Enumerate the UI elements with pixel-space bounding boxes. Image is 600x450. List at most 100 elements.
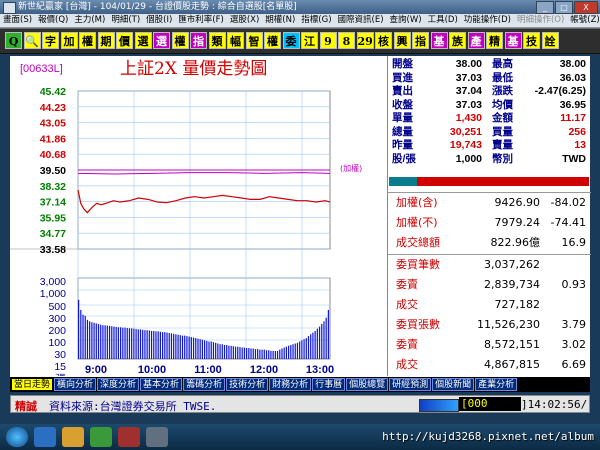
toolbar-button[interactable]: 8 bbox=[338, 32, 355, 49]
analysis-tab[interactable]: 研經預測 bbox=[389, 378, 432, 391]
analysis-tab[interactable]: 財務分析 bbox=[269, 378, 312, 391]
ie-icon[interactable] bbox=[34, 427, 56, 447]
toolbar-button[interactable]: 委 bbox=[282, 32, 300, 49]
volume-bar bbox=[164, 332, 166, 359]
toolbar-button[interactable]: 指 bbox=[190, 32, 207, 49]
volume-bar bbox=[168, 332, 170, 359]
toolbar-button[interactable]: 權 bbox=[79, 32, 96, 49]
order-label: 委賣 bbox=[396, 278, 418, 291]
menu-item[interactable]: 個股(I) bbox=[143, 14, 175, 27]
volume-bar bbox=[232, 346, 234, 359]
explorer-icon[interactable] bbox=[62, 427, 84, 447]
toolbar-button[interactable]: 基 bbox=[504, 32, 522, 49]
quote-value: 38.00 bbox=[559, 58, 586, 70]
window-taskbar-icon[interactable] bbox=[146, 427, 168, 447]
menu-item[interactable]: 帳號(Z) bbox=[567, 14, 600, 27]
toolbar-button[interactable]: 核 bbox=[375, 32, 392, 49]
analysis-tab[interactable]: 個股新聞 bbox=[432, 378, 475, 391]
toolbar-button[interactable]: 權 bbox=[264, 32, 281, 49]
analysis-tab[interactable]: 產業分析 bbox=[475, 378, 518, 391]
toolbar-button[interactable]: 智 bbox=[245, 32, 263, 49]
volume-bar bbox=[327, 309, 330, 359]
toolbar-button[interactable]: 江 bbox=[301, 32, 318, 49]
toolbar-button[interactable]: 技 bbox=[523, 32, 540, 49]
price-chart[interactable]: [00633L] 上証2X 量價走勢圖 45.42 44.23 43.05 41.86… bbox=[10, 56, 387, 385]
volume-bar bbox=[276, 350, 279, 359]
trading-app-icon[interactable] bbox=[118, 427, 140, 447]
volume-bar bbox=[117, 327, 120, 359]
toolbar-button[interactable]: 興 bbox=[393, 32, 411, 49]
analysis-tabs: 當日走勢 橫向分析 深度分析 基本分析 籌碼分析 技術分析 財務分析 行事曆 個股總覽 研經預測個… bbox=[10, 377, 590, 392]
volume-bar bbox=[111, 326, 113, 359]
analysis-tab[interactable]: 籌碼分析 bbox=[183, 378, 226, 391]
command-input[interactable]: [000 bbox=[459, 397, 521, 411]
volume-bar bbox=[290, 344, 292, 359]
volume-bar bbox=[257, 349, 259, 359]
toolbar-button[interactable]: 族 bbox=[449, 32, 466, 49]
volume-tick-label: 300 bbox=[48, 313, 66, 325]
time-tick-label: 10:00 bbox=[138, 364, 166, 376]
volume-axis: 3,0001,0005003002001003015張 bbox=[40, 276, 67, 385]
menu-item[interactable]: 匯市利率(F) bbox=[175, 14, 227, 27]
volume-bar bbox=[188, 336, 190, 359]
menu-item[interactable]: 工具(D) bbox=[425, 14, 461, 27]
toolbar-button[interactable]: 價 bbox=[116, 32, 133, 49]
analysis-tab[interactable]: 基本分析 bbox=[140, 378, 183, 391]
toolbar-button[interactable]: 選 bbox=[134, 32, 152, 49]
volume-tick-label: 15 bbox=[54, 361, 66, 373]
volume-bar bbox=[285, 346, 288, 359]
toolbar-button[interactable]: 精 bbox=[486, 32, 503, 49]
toolbar-button[interactable]: 29 bbox=[356, 32, 374, 49]
menu-item[interactable]: 主力(M) bbox=[71, 14, 108, 27]
menu-item[interactable]: 功能操作(D) bbox=[461, 14, 514, 27]
toolbar-button[interactable]: 字 bbox=[42, 32, 59, 49]
menu-item[interactable]: 國際資訊(E) bbox=[335, 14, 387, 27]
toolbar-button[interactable]: 期 bbox=[97, 32, 115, 49]
maximize-button[interactable]: □ bbox=[555, 1, 573, 14]
chart-svg: [00633L] 上証2X 量價走勢圖 45.42 44.23 43.05 41.86… bbox=[10, 59, 362, 385]
menu-item[interactable]: 查詢(W) bbox=[387, 14, 425, 27]
start-icon[interactable] bbox=[6, 427, 28, 447]
toolbar-button[interactable]: 詮 bbox=[541, 32, 559, 49]
quote-value: 1,000 bbox=[455, 152, 482, 165]
toolbar-button[interactable]: 產 bbox=[467, 32, 485, 49]
toolbar-button[interactable]: 加 bbox=[60, 32, 78, 49]
toolbar-button[interactable]: 幅 bbox=[227, 32, 244, 49]
menu-item[interactable]: 畫面(S) bbox=[0, 14, 35, 27]
index-value: 822.96億 bbox=[490, 236, 541, 249]
menu-item[interactable]: 明細(T) bbox=[108, 14, 143, 27]
volume-bar bbox=[252, 348, 254, 359]
menu-item[interactable]: 期權(N) bbox=[262, 14, 298, 27]
blog-url-watermark: http://kujd3268.pixnet.net/album bbox=[382, 430, 594, 443]
volume-bar bbox=[186, 336, 188, 359]
volume-bar bbox=[237, 346, 239, 359]
analysis-tab[interactable]: 當日走勢 bbox=[11, 378, 54, 391]
quote-value: 37.03 bbox=[455, 71, 482, 84]
toolbar-button[interactable]: 選 bbox=[153, 32, 170, 49]
volume-bar bbox=[283, 347, 285, 359]
toolbar-button[interactable]: 指 bbox=[412, 32, 429, 49]
menu-item[interactable]: 指標(G) bbox=[298, 14, 334, 27]
analysis-tab[interactable]: 技術分析 bbox=[226, 378, 269, 391]
analysis-tab[interactable]: 行事曆 bbox=[312, 378, 346, 391]
toolbar-button[interactable]: 9 bbox=[319, 32, 337, 49]
menu-item[interactable]: 報價(Q) bbox=[35, 14, 71, 27]
analysis-tab[interactable]: 個股總覽 bbox=[346, 378, 389, 391]
toolbar-button[interactable]: 🔍 bbox=[23, 32, 41, 49]
volume-bar bbox=[108, 325, 111, 359]
toolbar-button[interactable]: 權 bbox=[171, 32, 189, 49]
menu-item[interactable]: 明細操作(O) bbox=[514, 14, 567, 27]
toolbar-button[interactable]: Q bbox=[5, 32, 22, 49]
app-taskbar-icon[interactable] bbox=[90, 427, 112, 447]
order-label: 委買張數 bbox=[396, 318, 440, 331]
time-axis: 9:00 10:00 11:00 12:00 13:00 bbox=[85, 364, 334, 376]
toolbar-button[interactable]: 類 bbox=[208, 32, 226, 49]
toolbar-button[interactable]: 基 bbox=[430, 32, 448, 49]
close-button[interactable]: X bbox=[574, 1, 598, 14]
minimize-button[interactable]: _ bbox=[536, 1, 554, 14]
volume-bar bbox=[153, 330, 155, 359]
analysis-tab[interactable]: 深度分析 bbox=[97, 378, 140, 391]
menu-item[interactable]: 選股(X) bbox=[227, 14, 262, 27]
analysis-tab[interactable]: 橫向分析 bbox=[54, 378, 97, 391]
price-tick-label: 43.05 bbox=[40, 118, 66, 130]
